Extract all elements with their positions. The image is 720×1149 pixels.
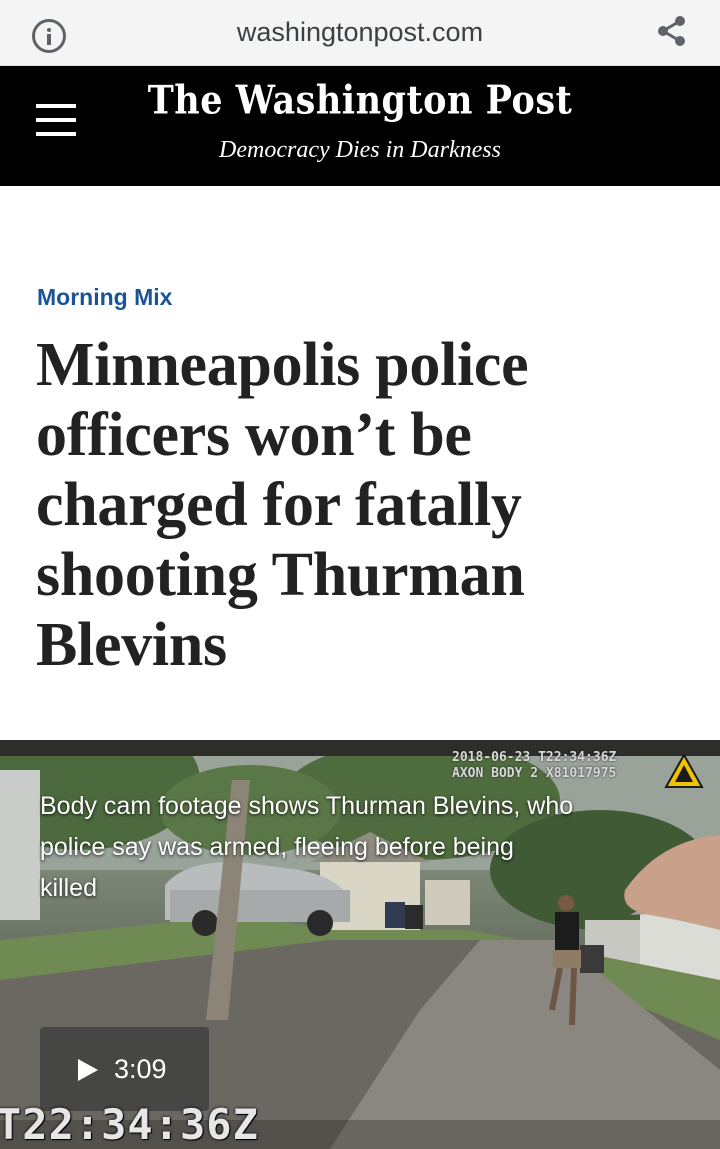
headline-line: officers won’t be bbox=[36, 401, 472, 469]
video-player[interactable]: 2018-06-23 T22:34:36Z AXON BODY 2 X81017… bbox=[0, 740, 720, 1149]
site-tagline: Democracy Dies in Darkness bbox=[219, 137, 501, 163]
video-duration: 3:09 bbox=[114, 1054, 167, 1084]
share-icon[interactable] bbox=[655, 14, 689, 48]
headline-line: Blevins bbox=[36, 611, 227, 679]
browser-url-bar: washingtonpost.com bbox=[0, 0, 720, 66]
overlay-timestamp: T22:34:36Z bbox=[0, 1100, 259, 1149]
play-button[interactable]: 3:09 bbox=[40, 1027, 209, 1111]
url-text[interactable]: washingtonpost.com bbox=[0, 17, 720, 48]
headline-line: Minneapolis police bbox=[36, 331, 529, 399]
caption-line: killed bbox=[40, 874, 97, 902]
axon-warning-icon bbox=[664, 753, 704, 788]
caption-line: Body cam footage shows Thurman Blevins, … bbox=[40, 792, 574, 820]
camera-timestamp: 2018-06-23 T22:34:36Z bbox=[452, 750, 617, 765]
video-caption: Body cam footage shows Thurman Blevins, … bbox=[40, 786, 690, 909]
masthead: The Washington Post Democracy Dies in Da… bbox=[0, 66, 720, 186]
caption-line: police say was armed, fleeing before bei… bbox=[40, 833, 514, 861]
camera-metadata: 2018-06-23 T22:34:36Z AXON BODY 2 X81017… bbox=[452, 750, 662, 782]
play-icon bbox=[78, 1059, 98, 1081]
section-kicker[interactable]: Morning Mix bbox=[37, 284, 172, 311]
site-logo[interactable]: The Washington Post bbox=[0, 78, 720, 124]
headline-line: shooting Thurman bbox=[36, 541, 525, 609]
camera-id: AXON BODY 2 X81017975 bbox=[452, 766, 617, 781]
headline-line: charged for fatally bbox=[36, 471, 522, 539]
article-headline: Minneapolis police officers won’t be cha… bbox=[36, 330, 696, 680]
